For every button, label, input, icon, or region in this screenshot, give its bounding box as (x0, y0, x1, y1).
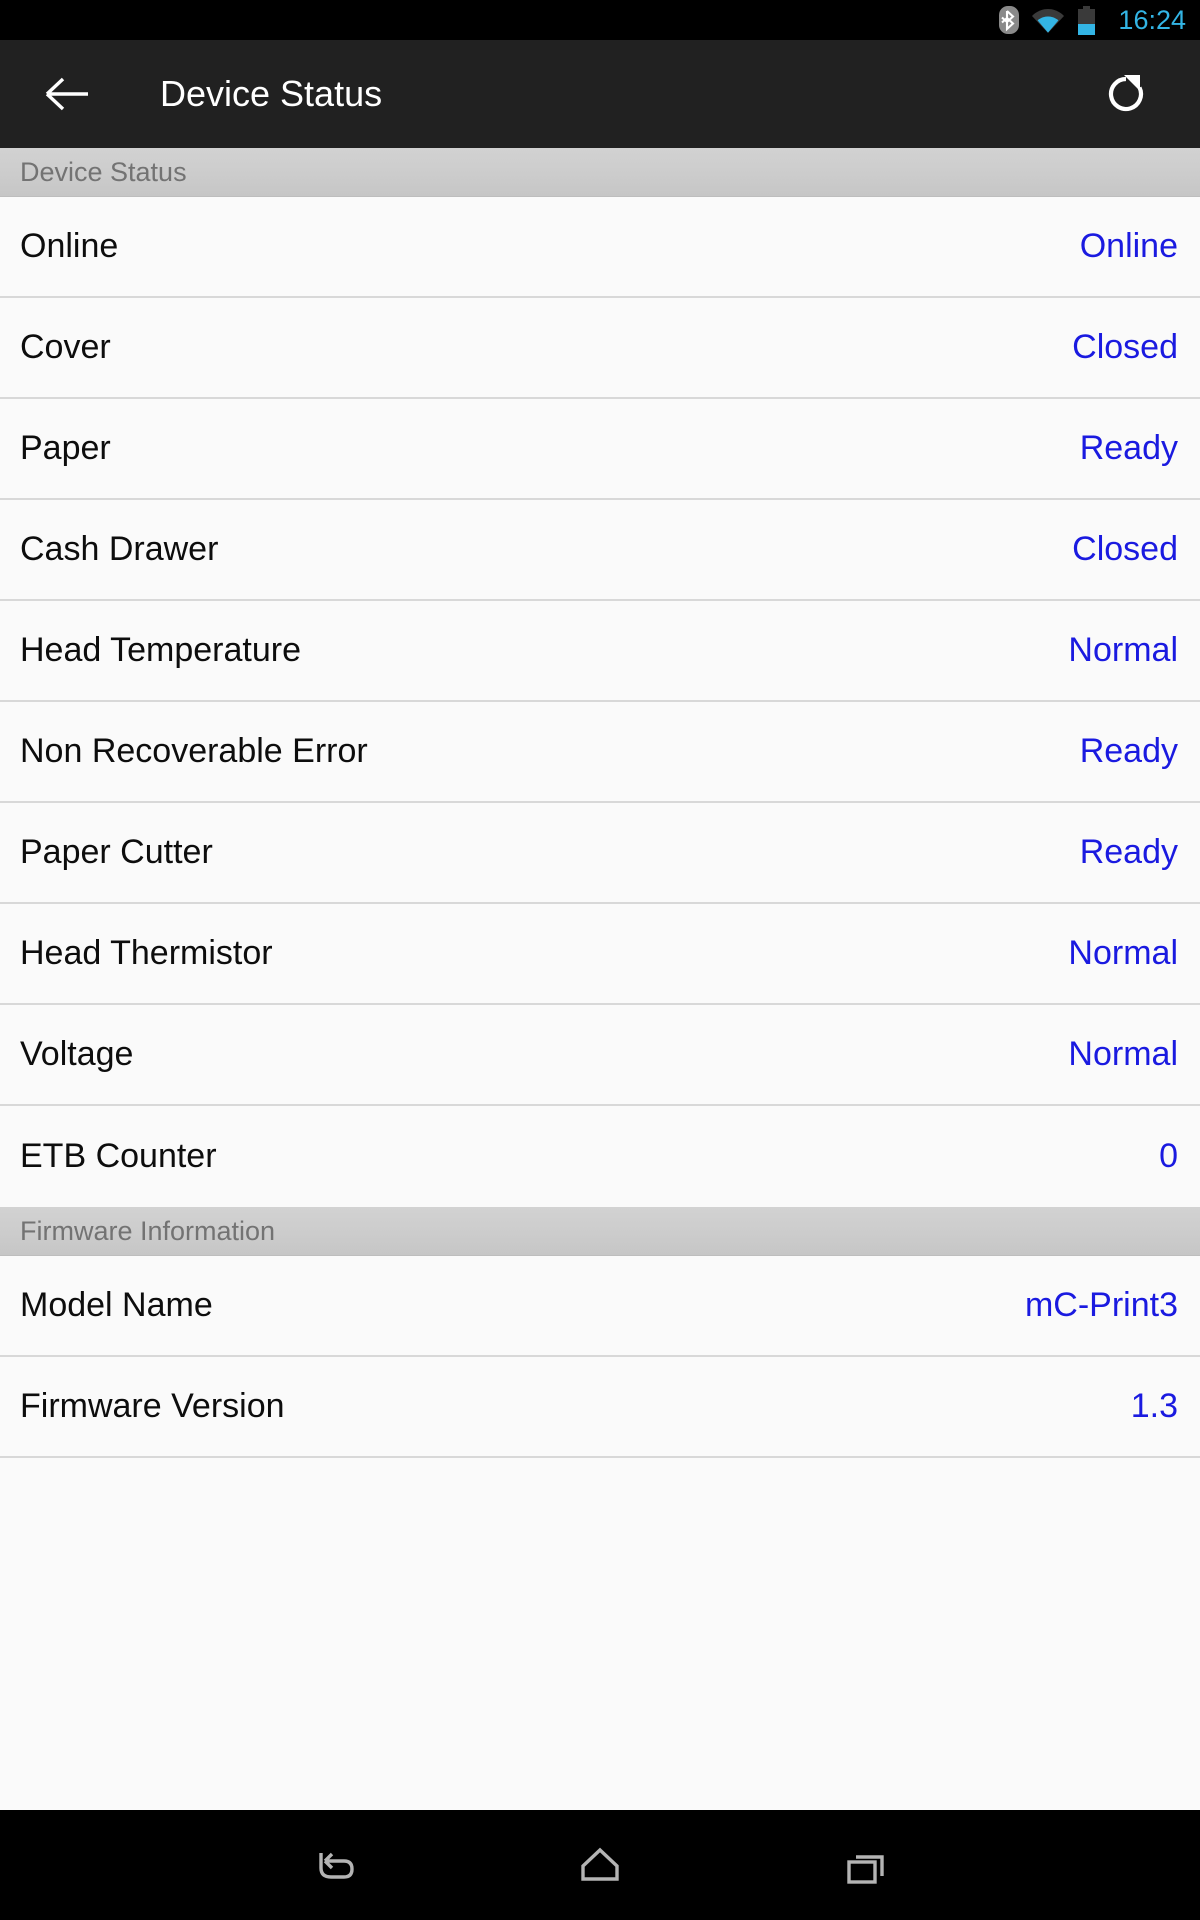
row-label: Head Temperature (20, 631, 301, 669)
table-row[interactable]: ETB Counter 0 (0, 1106, 1200, 1207)
row-value: Normal (1068, 1035, 1178, 1073)
row-label: ETB Counter (20, 1137, 217, 1175)
row-label: Paper (20, 429, 111, 467)
settings-list[interactable]: Device Status Online Online Cover Closed… (0, 148, 1200, 1810)
row-value: Ready (1079, 429, 1178, 467)
table-row[interactable]: Head Thermistor Normal (0, 904, 1200, 1005)
row-label: Model Name (20, 1286, 213, 1324)
table-row[interactable]: Paper Cutter Ready (0, 803, 1200, 904)
phone-screen: 16:24 Device Status Device Status Online… (0, 0, 1200, 1920)
recents-nav-icon[interactable] (818, 1817, 914, 1913)
battery-icon (1077, 5, 1096, 35)
row-label: Cover (20, 328, 111, 366)
row-value: Closed (1072, 530, 1178, 568)
table-row[interactable]: Non Recoverable Error Ready (0, 702, 1200, 803)
table-row[interactable]: Cover Closed (0, 298, 1200, 399)
row-label: Firmware Version (20, 1387, 285, 1425)
row-value: 0 (1159, 1137, 1178, 1175)
bluetooth-icon (999, 6, 1020, 34)
row-label: Voltage (20, 1035, 134, 1073)
row-value: Normal (1068, 934, 1178, 972)
table-row[interactable]: Voltage Normal (0, 1005, 1200, 1106)
table-row[interactable]: Model Name mC-Print3 (0, 1256, 1200, 1357)
row-label: Online (20, 227, 119, 265)
status-bar: 16:24 (0, 0, 1200, 40)
row-value: 1.3 (1130, 1387, 1178, 1425)
wifi-icon (1031, 6, 1065, 34)
status-bar-clock: 16:24 (1118, 4, 1186, 35)
row-label: Paper Cutter (20, 833, 213, 871)
row-value: Online (1079, 227, 1178, 265)
android-navigation-bar (0, 1810, 1200, 1920)
section-header-label: Device Status (20, 156, 187, 187)
row-label: Cash Drawer (20, 530, 219, 568)
table-row[interactable]: Firmware Version 1.3 (0, 1357, 1200, 1458)
status-icon-group: 16:24 (999, 5, 1186, 36)
home-nav-icon[interactable] (552, 1817, 648, 1913)
back-nav-icon[interactable] (286, 1817, 382, 1913)
section-header-device-status: Device Status (0, 148, 1200, 197)
row-value: Ready (1079, 833, 1178, 871)
table-row[interactable]: Cash Drawer Closed (0, 500, 1200, 601)
section-header-firmware-information: Firmware Information (0, 1207, 1200, 1256)
section-header-label: Firmware Information (20, 1215, 276, 1246)
back-arrow-icon[interactable] (44, 66, 100, 122)
row-value: Closed (1072, 328, 1178, 366)
row-value: mC-Print3 (1024, 1286, 1178, 1324)
row-label: Head Thermistor (20, 934, 273, 972)
row-label: Non Recoverable Error (20, 732, 368, 770)
row-value: Ready (1079, 732, 1178, 770)
list-empty-area (0, 1458, 1200, 1768)
refresh-icon[interactable] (1094, 62, 1158, 126)
row-value: Normal (1068, 631, 1178, 669)
table-row[interactable]: Online Online (0, 197, 1200, 298)
page-title: Device Status (160, 73, 383, 114)
table-row[interactable]: Head Temperature Normal (0, 601, 1200, 702)
app-bar: Device Status (0, 40, 1200, 148)
table-row[interactable]: Paper Ready (0, 399, 1200, 500)
